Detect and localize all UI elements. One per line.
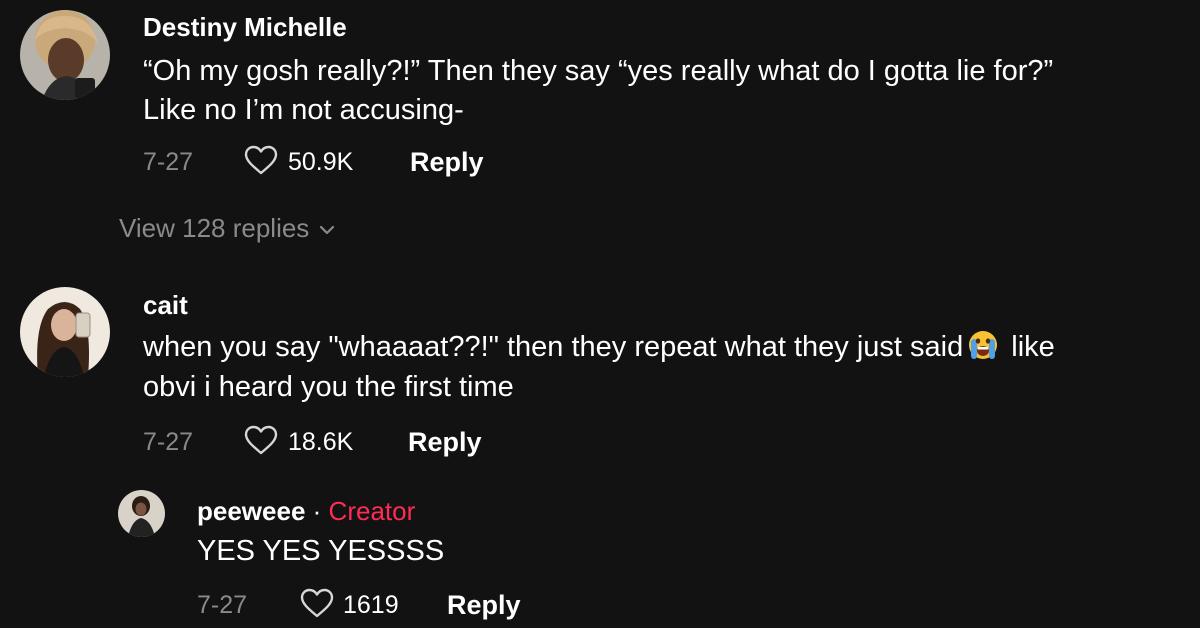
reply-date: 7-27 [197, 591, 248, 619]
reply-header: peeweee · Creator [197, 496, 415, 527]
reply-text: YES YES YESSSS [197, 535, 445, 567]
avatar[interactable] [118, 490, 165, 537]
reply-username[interactable]: peeweee [197, 496, 305, 526]
like-count: 18.6K [288, 428, 354, 456]
crying-face-emoji-icon [969, 331, 998, 359]
comment-username[interactable]: Destiny Michelle [143, 12, 347, 43]
heart-icon[interactable] [244, 145, 278, 175]
reply-button[interactable]: Reply [447, 590, 521, 621]
separator-dot: · [312, 496, 322, 526]
comment-text-line: Like no I’m not accusing- [143, 94, 464, 126]
view-replies-label: View 128 replies [119, 213, 310, 243]
comments-panel: Destiny Michelle “Oh my gosh really?!” T… [0, 0, 1200, 628]
heart-icon[interactable] [244, 425, 278, 455]
comment-text-line: obvi i heard you the first time [143, 371, 514, 403]
avatar[interactable] [20, 287, 110, 377]
comment-text-line: “Oh my gosh really?!” Then they say “yes… [143, 55, 1054, 87]
comment-text-segment: when you say "whaaaat??!" then they repe… [143, 331, 964, 363]
comment-date: 7-27 [143, 148, 194, 176]
comment-date: 7-27 [143, 428, 194, 456]
creator-badge: Creator [328, 496, 416, 526]
chevron-down-icon [320, 226, 335, 235]
reply-button[interactable]: Reply [410, 147, 484, 178]
comment-username[interactable]: cait [143, 290, 188, 321]
heart-icon[interactable] [300, 588, 334, 618]
view-replies-button[interactable]: View 128 replies [119, 213, 335, 244]
like-count: 50.9K [288, 148, 354, 176]
like-count: 1619 [343, 591, 399, 619]
reply-button[interactable]: Reply [408, 427, 482, 458]
avatar[interactable] [20, 10, 110, 100]
comment-text-line: when you say "whaaaat??!" then they repe… [143, 328, 1055, 367]
comment-text-segment: like [1011, 331, 1055, 363]
